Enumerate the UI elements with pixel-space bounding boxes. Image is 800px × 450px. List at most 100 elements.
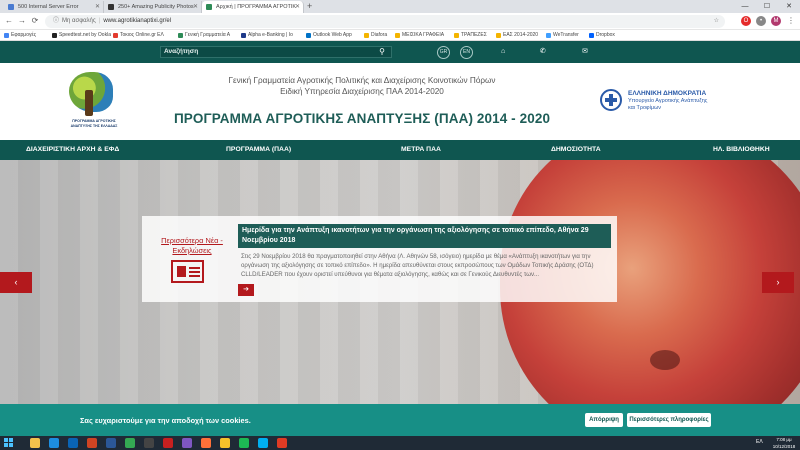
bookmark-icon [306,33,311,38]
nav-managing-authority[interactable]: ΔΙΑΧΕΙΡΙΣΤΙΚΗ ΑΡΧΗ & ΕΦΔ [26,140,119,160]
bookmark-folder-banks[interactable]: ΤΡΑΠΕΖΕΣ [454,30,487,41]
new-tab-button[interactable]: + [307,1,312,12]
chrome-icon[interactable] [125,438,135,448]
folder-icon [454,33,459,38]
slider-prev-button[interactable]: ‹ [0,272,32,293]
page-favicon-icon [108,4,114,10]
input-language[interactable]: ΕΛ [756,439,763,446]
clock[interactable]: 7:08 μμ 10/12/2018 [770,436,798,450]
bookmark-tokios[interactable]: Τοκιος Online.gr ΕΛ [113,30,164,41]
maximize-button[interactable]: ☐ [756,0,778,13]
decline-cookies-button[interactable]: Απόρριψη [585,413,623,427]
bookmark-speedtest[interactable]: Speedtest.net by Ookla [52,30,111,41]
bookmark-apps[interactable]: Εφαρμογές [4,30,36,41]
info-icon[interactable]: ⓘ [53,18,59,24]
star-icon[interactable]: ☆ [714,15,719,28]
newspaper-icon [171,260,204,283]
search-icon[interactable]: ⚲ [376,46,388,58]
address-bar[interactable]: ⓘ Μη ασφαλής | www.agrotikianaptixi.gr/el ☆ [45,15,725,28]
app-purple-icon[interactable] [182,438,192,448]
email-icon[interactable]: ✉ [582,46,588,58]
page-favicon-icon [206,4,212,10]
extension-icon[interactable]: • [756,16,766,26]
more-info-button[interactable]: Περισσότερες πληροφορίες [627,413,711,427]
cookie-banner: Σας ευχαριστούμε για την αποδοχή των coo… [0,404,800,436]
app-red-icon[interactable] [163,438,173,448]
avatar[interactable]: M [771,16,781,26]
firefox-icon[interactable] [201,438,211,448]
header-subtitle-2: Ειδική Υπηρεσία Διαχείρισης ΠΑΑ 2014-202… [280,87,444,96]
app-dark-icon[interactable] [144,438,154,448]
powerpoint-icon[interactable] [87,438,97,448]
spotify-icon[interactable] [239,438,249,448]
windows-taskbar: ΕΛ 7:08 μμ 10/12/2018 [0,436,800,450]
lang-gr-button[interactable]: GR [437,46,450,59]
browser-tab-1[interactable]: 500 Internal Server Error ✕ [4,1,104,13]
ministry-logo[interactable]: ΕΛΛΗΝΙΚΗ ΔΗΜΟΚΡΑΤΙΑ Υπουργείο Αγροτικής … [598,89,738,119]
word-icon[interactable] [106,438,116,448]
close-tab-icon[interactable]: ✕ [95,1,100,13]
bookmark-wetransfer[interactable]: WeTransfer [546,30,579,41]
reload-icon[interactable]: ⟳ [30,16,40,26]
news-card: Περισσότερα Νέα - Εκδηλώσεις Ημερίδα για… [142,216,617,302]
security-label: Μη ασφαλής [62,18,96,24]
tab-title: Αρχική | ΠΡΟΓΡΑΜΜΑ ΑΓΡΟΤΙΚ [216,4,297,10]
bookmark-icon [52,33,57,38]
search-input[interactable]: Αναζήτηση [160,46,392,58]
acrobat-icon[interactable] [277,438,287,448]
browser-tab-2[interactable]: 250+ Amazing Publicity Photos ✕ [104,1,202,13]
close-tab-icon[interactable]: ✕ [295,1,300,13]
opera-extension-icon[interactable]: O [741,16,751,26]
folder-icon [364,33,369,38]
outlook-icon[interactable] [68,438,78,448]
bookmark-outlook[interactable]: Outlook Web App [306,30,352,41]
clock-time: 7:08 μμ [776,437,792,442]
browser-tab-3-active[interactable]: Αρχική | ΠΡΟΓΡΑΜΜΑ ΑΓΡΟΤΙΚ ✕ [202,1,304,13]
bookmark-icon [113,33,118,38]
bookmarks-bar: Εφαρμογές Speedtest.net by Ookla Τοκιος … [0,30,800,41]
slider-next-button[interactable]: › [762,272,794,293]
main-navigation: ΔΙΑΧΕΙΡΙΣΤΙΚΗ ΑΡΧΗ & ΕΦΔ ΠΡΟΓΡΑΜΜΑ (ΠΑΑ)… [0,140,800,160]
minimize-button[interactable]: — [734,0,756,13]
skype-icon[interactable] [258,438,268,448]
nav-publicity[interactable]: ΔΗΜΟΣΙΟΤΗΤΑ [551,140,601,160]
bookmark-folder-diafora[interactable]: Diafora [364,30,387,41]
phone-icon[interactable]: ✆ [540,46,546,58]
home-icon[interactable]: ⌂ [501,46,505,58]
program-logo[interactable]: ΠΡΟΓΡΑΜΜΑ ΑΓΡΟΤΙΚΗΣ ΑΝΑΠΤΥΞΗΣ ΤΗΣ ΕΛΛΑΔΑ… [63,70,125,135]
header-subtitle-1: Γενική Γραμματεία Αγροτικής Πολιτικής κα… [228,76,496,85]
tab-title: 500 Internal Server Error [18,4,79,10]
lang-en-button[interactable]: EN [460,46,473,59]
bookmark-icon [178,33,183,38]
back-arrow-icon[interactable]: ← [4,16,14,26]
browser-toolbar: ← → ⟳ ⓘ Μη ασφαλής | www.agrotikianaptixi.g… [0,13,800,30]
file-explorer-icon[interactable] [30,438,40,448]
close-window-button[interactable]: ✕ [778,0,800,13]
app-yellow-icon[interactable] [220,438,230,448]
edge-icon[interactable] [49,438,59,448]
nav-measures[interactable]: ΜΕΤΡΑ ΠΑΑ [401,140,441,160]
bookmark-folder-eas[interactable]: ΕΑΣ 2014-2020 [496,30,538,41]
bookmark-dropbox[interactable]: Dropbox [589,30,615,41]
folder-icon [496,33,501,38]
browser-tab-strip: 500 Internal Server Error ✕ 250+ Amazing… [0,0,800,13]
clock-date: 10/12/2018 [772,444,796,449]
dropbox-icon [589,33,594,38]
forward-arrow-icon[interactable]: → [17,16,27,26]
logo-caption: ΠΡΟΓΡΑΜΜΑ ΑΓΡΟΤΙΚΗΣ ΑΝΑΠΤΥΞΗΣ ΤΗΣ ΕΛΛΑΔΑ… [70,119,118,128]
news-title[interactable]: Ημερίδα για την Ανάπτυξη ικανοτήτων για … [238,224,611,248]
tab-title: 250+ Amazing Publicity Photos [118,4,194,10]
nav-library[interactable]: ΗΛ. ΒΙΒΛΙΟΘΗΚΗ [713,140,770,160]
bookmark-icon [241,33,246,38]
bookmark-icon [546,33,551,38]
read-more-arrow-icon[interactable]: ➔ [238,284,254,296]
folder-icon [395,33,400,38]
bookmark-alpha[interactable]: Alpha e-Banking | Ιο [241,30,293,41]
nav-program[interactable]: ΠΡΟΓΡΑΜΜΑ (ΠΑΑ) [226,140,291,160]
windows-start-icon[interactable] [4,438,14,448]
more-news-link[interactable]: Περισσότερα Νέα - Εκδηλώσεις [150,236,234,256]
bookmark-gga[interactable]: Γενική Γραμματεία Α [178,30,230,41]
bookmark-folder-offices[interactable]: ΜΕΙΣΙΚΑ ΓΡΑΦΕΙΑ [395,30,444,41]
menu-icon[interactable]: ⋮ [786,16,796,26]
close-tab-icon[interactable]: ✕ [193,1,198,13]
